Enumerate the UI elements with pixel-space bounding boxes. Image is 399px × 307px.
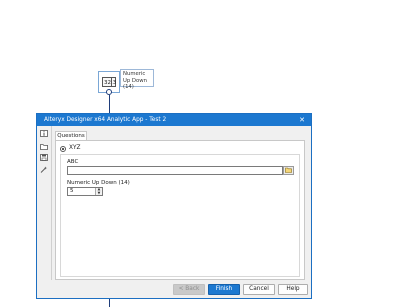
tool-spin-icon [111,78,115,86]
spin-buttons[interactable]: ▲ ▼ [95,187,102,196]
tool-icon-numeric: 32.3 [102,77,116,87]
abc-input[interactable] [67,166,283,175]
dialog-footer: < Back Finish Cancel Help [37,280,311,298]
dialog-titlebar[interactable]: Alteryx Designer x64 Analytic App - Test… [37,114,311,126]
analytic-app-dialog: Alteryx Designer x64 Analytic App - Test… [36,113,312,299]
finish-button[interactable]: Finish [208,284,240,295]
numeric-value: 5 [70,188,74,194]
radio-xyz-label: XYZ [69,145,81,151]
abc-label: ABC [67,159,79,165]
questions-panel: XYZ ABC Numeric Up Down (14) 5 ▲ ▼ [55,140,305,280]
close-icon[interactable]: ✕ [297,114,307,126]
connector-line-bottom [109,298,110,307]
spin-down-icon[interactable]: ▼ [96,191,102,196]
numeric-up-down-input[interactable]: 5 ▲ ▼ [67,187,103,196]
folder-open-icon[interactable] [40,143,48,150]
radio-button-icon[interactable] [60,146,66,152]
dialog-sidebar [37,126,52,280]
radio-group-box: ABC Numeric Up Down (14) 5 ▲ ▼ [60,154,300,277]
info-icon[interactable] [40,130,48,137]
cancel-button[interactable]: Cancel [243,284,275,295]
numeric-label: Numeric Up Down (14) [67,180,130,186]
browse-folder-icon[interactable] [283,166,294,175]
wand-icon[interactable] [40,166,48,173]
connector-line [109,95,110,113]
dialog-title: Alteryx Designer x64 Analytic App - Test… [44,117,167,123]
tool-annotation-label: Numeric Up Down (14) [120,69,154,90]
save-icon[interactable] [40,154,48,161]
back-button[interactable]: < Back [173,284,205,295]
help-button[interactable]: Help [278,284,308,295]
